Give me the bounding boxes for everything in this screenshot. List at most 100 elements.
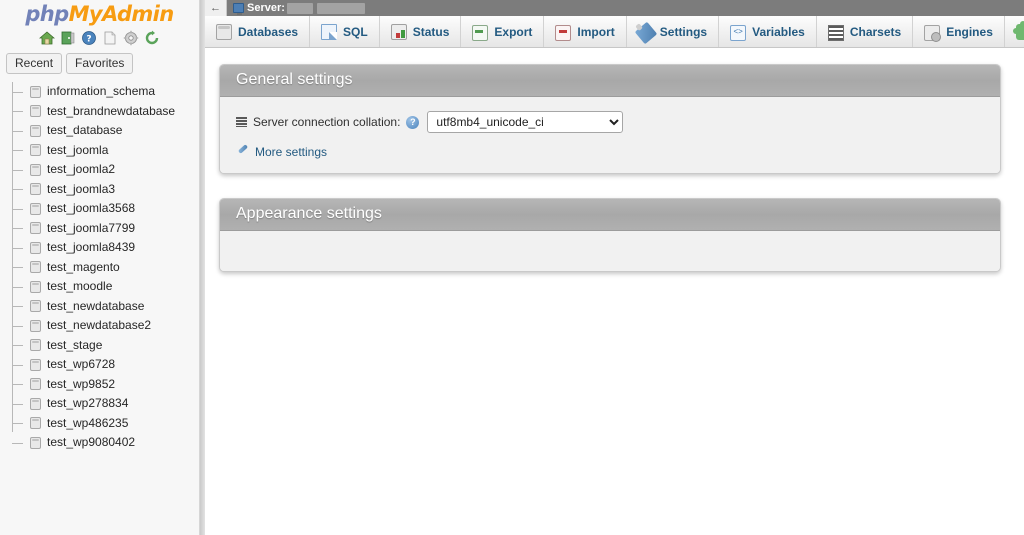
menu-item-label: Engines (946, 24, 993, 39)
database-name-label: test_newdatabase (47, 298, 145, 313)
menu-item-label: Charsets (849, 24, 902, 39)
database-tree: information_schema test_brandnewdatabaset… (0, 78, 199, 453)
phpmyadmin-window: phpMyAdmin ? Recent Favorites informatio… (0, 0, 1024, 535)
tab-favorites[interactable]: Favorites (66, 53, 134, 74)
database-name-label: test_wp9080402 (47, 435, 136, 450)
database-cylinder-icon (30, 300, 41, 313)
menu-item-import[interactable]: Import (544, 16, 627, 47)
database-name-label: test_newdatabase2 (47, 318, 152, 333)
sidebar-tabs: Recent Favorites (0, 51, 199, 78)
menu-item-export[interactable]: Export (461, 16, 545, 47)
database-item[interactable]: test_moodle (12, 277, 199, 297)
database-item[interactable]: test_database (12, 121, 199, 141)
database-cylinder-icon (30, 202, 41, 215)
settings-content: General settings Server connection colla… (205, 48, 1024, 272)
reload-refresh-icon[interactable] (144, 30, 160, 46)
database-name-label: test_joomla8439 (47, 240, 136, 255)
general-settings-panel: General settings Server connection colla… (219, 64, 1001, 174)
general-settings-body: Server connection collation: ? utf8mb4_u… (220, 97, 1000, 173)
menu-item-charsets[interactable]: Charsets (817, 16, 914, 47)
svg-text:?: ? (86, 35, 91, 45)
database-name-label: test_stage (47, 337, 103, 352)
database-item[interactable]: test_newdatabase2 (12, 316, 199, 336)
menu-item-variables[interactable]: <> Variables (719, 16, 817, 47)
more-settings-link[interactable]: More settings (255, 145, 327, 159)
navigation-sidebar: phpMyAdmin ? Recent Favorites informatio… (0, 0, 200, 535)
sql-document-icon (321, 24, 338, 40)
appearance-settings-title: Appearance settings (220, 199, 1000, 231)
database-item[interactable]: test_wp9852 (12, 375, 199, 395)
logout-icon[interactable] (60, 30, 76, 46)
database-cylinder-icon (30, 436, 41, 449)
menu-item-label: Settings (659, 24, 708, 39)
database-cylinder-icon (30, 261, 41, 274)
database-item[interactable]: test_wp486235 (12, 414, 199, 434)
database-item[interactable]: information_schema (12, 82, 199, 102)
database-icon (216, 24, 232, 40)
server-menu-bar: Databases SQL Status Export Import Settings <>… (205, 16, 1024, 48)
tab-recent[interactable]: Recent (6, 53, 63, 74)
menu-item-sql[interactable]: SQL (310, 16, 380, 47)
database-cylinder-icon (30, 397, 41, 410)
database-item[interactable]: test_wp6728 (12, 355, 199, 375)
database-item[interactable]: test_joomla2 (12, 160, 199, 180)
server-tab[interactable]: Server: (227, 0, 369, 16)
database-item[interactable]: test_joomla7799 (12, 219, 199, 239)
logo-php-text: php (25, 2, 69, 26)
database-item[interactable]: test_magento (12, 258, 199, 278)
home-icon[interactable] (38, 30, 56, 46)
database-cylinder-icon (30, 163, 41, 176)
menu-item-databases[interactable]: Databases (205, 16, 311, 47)
server-monitor-icon (233, 3, 244, 15)
database-item[interactable]: test_joomla (12, 141, 199, 161)
plugins-puzzle-icon (1012, 21, 1024, 40)
help-icon[interactable]: ? (406, 115, 420, 129)
database-cylinder-icon (30, 358, 41, 371)
database-item[interactable]: test_newdatabase (12, 297, 199, 317)
settings-gear-icon[interactable] (123, 30, 139, 46)
database-item[interactable]: test_brandnewdatabase (12, 102, 199, 122)
database-cylinder-icon (30, 378, 41, 391)
database-name-label: test_wp6728 (47, 357, 116, 372)
more-settings-row: More settings (236, 145, 984, 159)
collation-label: Server connection collation: (253, 115, 401, 129)
appearance-settings-panel: Appearance settings (219, 198, 1001, 272)
collation-lines-icon (236, 117, 247, 127)
menu-item-label: Export (494, 24, 533, 39)
database-name-label: test_wp486235 (47, 415, 129, 430)
variables-icon: <> (730, 24, 747, 41)
menu-item-settings[interactable]: Settings (627, 16, 720, 47)
menu-item-status[interactable]: Status (380, 16, 462, 47)
database-item[interactable]: test_joomla3 (12, 180, 199, 200)
database-name-label: test_wp278834 (47, 396, 129, 411)
wiki-page-icon[interactable] (102, 30, 118, 46)
menu-item-label: Import (577, 24, 615, 39)
database-name-label: test_moodle (47, 279, 113, 294)
menu-item-engines[interactable]: Engines (913, 16, 1005, 47)
database-name-label: test_wp9852 (47, 376, 116, 391)
sidebar-icon-bar: ? (0, 27, 199, 51)
database-item[interactable]: test_joomla3568 (12, 199, 199, 219)
database-name-label: information_schema (47, 84, 156, 99)
database-cylinder-icon (30, 339, 41, 352)
database-name-label: test_joomla3568 (47, 201, 136, 216)
docs-help-icon[interactable]: ? (81, 30, 97, 46)
database-cylinder-icon (30, 124, 41, 137)
database-name-label: test_brandnewdatabase (47, 103, 176, 118)
database-item[interactable]: test_wp278834 (12, 394, 199, 414)
back-arrow-icon[interactable]: ← (205, 0, 227, 16)
database-name-label: test_database (47, 123, 123, 138)
logo-myadmin-text: MyAdmin (68, 2, 175, 26)
menu-item-label: SQL (343, 24, 368, 39)
server-connection-collation-select[interactable]: utf8mb4_unicode_ciutf8mb4_general_ciutf8… (427, 111, 624, 133)
database-cylinder-icon (30, 319, 41, 332)
status-chart-icon (390, 24, 407, 40)
export-icon (472, 24, 489, 41)
phpmyadmin-logo[interactable]: phpMyAdmin (0, 0, 199, 27)
menu-item-plugins[interactable]: Plugins (1005, 16, 1024, 47)
database-item[interactable]: test_wp9080402 (12, 433, 199, 453)
database-item[interactable]: test_stage (12, 336, 199, 356)
database-item[interactable]: test_joomla8439 (12, 238, 199, 258)
database-cylinder-icon (30, 417, 41, 430)
import-icon (555, 24, 572, 41)
